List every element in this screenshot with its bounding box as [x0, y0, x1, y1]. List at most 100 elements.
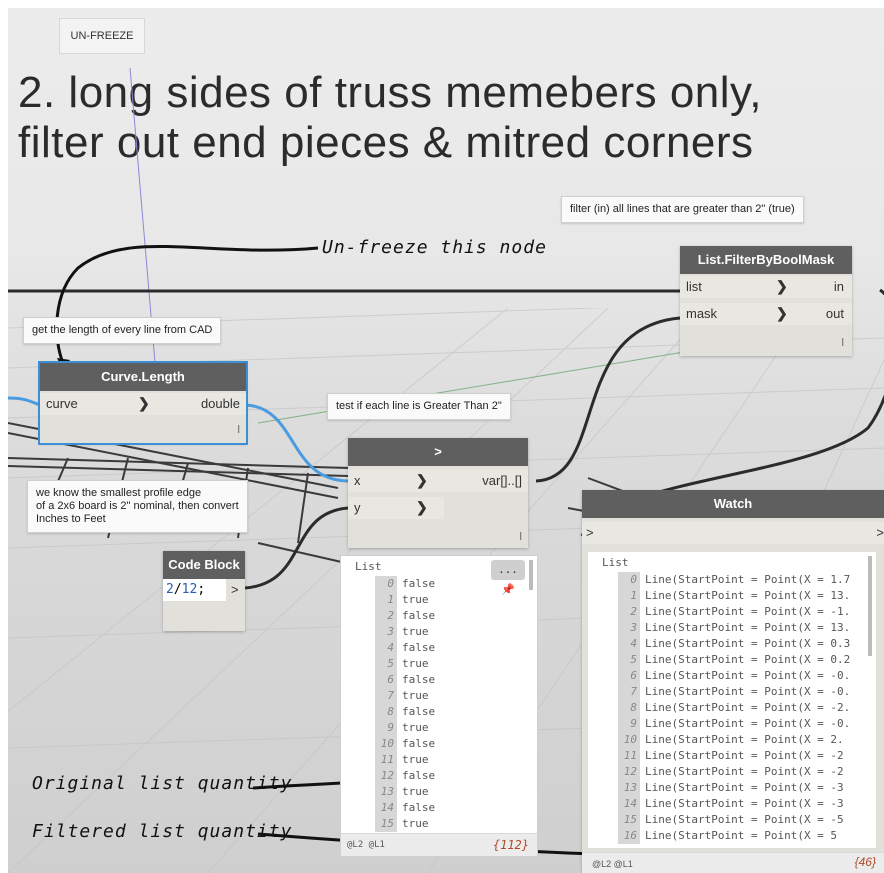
list-index: 9	[375, 720, 397, 736]
list-item: 11 true	[375, 752, 435, 768]
list-value: Line(StartPoint = Point(X = -2	[645, 749, 844, 762]
list-value: true	[402, 657, 429, 670]
note-filter[interactable]: filter (in) all lines that are greater t…	[561, 196, 804, 223]
list-item: 4 false	[375, 640, 435, 656]
list-index: 11	[375, 752, 397, 768]
list-index: 0	[375, 576, 397, 592]
chevron-right-icon: ❯	[776, 305, 788, 321]
lacing-indicator[interactable]: l	[238, 419, 240, 441]
port-row: curve ❯ double	[40, 393, 246, 415]
output-port-out[interactable]: out	[826, 303, 844, 325]
list-value: false	[402, 801, 436, 814]
port-row: > >	[582, 522, 884, 544]
lacing-indicator[interactable]: l	[520, 526, 522, 548]
list-header: List	[355, 560, 382, 573]
output-port-double[interactable]: double	[201, 393, 240, 415]
list-value: Line(StartPoint = Point(X = 2.	[645, 733, 844, 746]
list-footer: @L2 @L1 {46}	[582, 852, 884, 873]
scrollbar[interactable]	[868, 556, 872, 656]
unfreeze-button[interactable]: UN-FREEZE	[59, 18, 145, 54]
list-item: 1 true	[375, 592, 435, 608]
input-port-watch[interactable]: >	[586, 522, 594, 544]
annotation-filtered: Filtered list quantity	[32, 821, 293, 842]
list-value: Line(StartPoint = Point(X = -5	[645, 813, 844, 826]
list-item: 15 Line(StartPoint = Point(X = -5	[618, 812, 850, 828]
list-index: 7	[375, 688, 397, 704]
scrollbar[interactable]	[529, 560, 533, 590]
input-port-y[interactable]: y	[354, 497, 361, 519]
list-item: 13 true	[375, 784, 435, 800]
annotation-original: Original list quantity	[32, 773, 293, 794]
list-index: 9	[618, 716, 640, 732]
list-item: 5 Line(StartPoint = Point(X = 0.2	[618, 652, 850, 668]
output-port-in[interactable]: in	[834, 276, 844, 298]
list-item: 9 Line(StartPoint = Point(X = -0.	[618, 716, 850, 732]
list-value: false	[402, 769, 436, 782]
bool-list-preview[interactable]: List 0 false 1 true 2 false 3 true 4 false 5 true 6 f…	[340, 555, 538, 857]
note-test[interactable]: test if each line is Greater Than 2"	[327, 393, 511, 420]
input-port-x[interactable]: x	[354, 470, 361, 492]
watch-node[interactable]: Watch > > List 0 Line(StartPoint = Point(…	[582, 490, 884, 873]
output-port-var[interactable]: var[]..[]	[482, 470, 522, 492]
pin-icon: 📌	[501, 583, 515, 596]
list-item: 12 false	[375, 768, 435, 784]
list-index: 10	[375, 736, 397, 752]
list-item: 6 false	[375, 672, 435, 688]
watch-list-rows: 0 Line(StartPoint = Point(X = 1.7 1 Line(St…	[618, 572, 850, 844]
code-editor[interactable]: 2/12;	[163, 579, 226, 601]
list-value: Line(StartPoint = Point(X = -3	[645, 797, 844, 810]
list-index: 11	[618, 748, 640, 764]
code-number: 12	[181, 582, 198, 597]
node-title[interactable]: Code Block	[163, 551, 245, 579]
list-item: 8 false	[375, 704, 435, 720]
list-item: 9 true	[375, 720, 435, 736]
port-row: y ❯	[348, 497, 444, 519]
watch-list-preview[interactable]: List 0 Line(StartPoint = Point(X = 1.7 1 Li…	[588, 552, 876, 848]
graph-canvas[interactable]: UN-FREEZE 2. long sides of truss memeber…	[8, 8, 884, 873]
pin-menu-button[interactable]: ... 📌	[491, 560, 525, 596]
list-index: 15	[375, 816, 397, 832]
input-port-mask[interactable]: mask	[686, 303, 717, 325]
note-length[interactable]: get the length of every line from CAD	[23, 317, 222, 344]
output-port-watch[interactable]: >	[876, 522, 884, 544]
input-port-curve[interactable]: curve	[46, 393, 78, 415]
list-value: false	[402, 577, 436, 590]
list-value: true	[402, 817, 429, 830]
bool-list-rows: 0 false 1 true 2 false 3 true 4 false 5 true 6 false 7…	[375, 576, 435, 832]
list-index: 14	[618, 796, 640, 812]
list-index: 10	[618, 732, 640, 748]
node-title[interactable]: Watch	[582, 490, 884, 518]
list-value: Line(StartPoint = Point(X = -2	[645, 765, 844, 778]
filter-by-bool-mask-node[interactable]: List.FilterByBoolMask list ❯ in mask ❯ o…	[680, 246, 852, 356]
list-index: 4	[618, 636, 640, 652]
note-smallest-edge[interactable]: we know the smallest profile edge of a 2…	[27, 480, 248, 533]
list-item: 14 false	[375, 800, 435, 816]
greater-than-node[interactable]: > x ❯ var[]..[] y ❯ l	[348, 438, 528, 548]
chevron-right-icon: ❯	[416, 472, 428, 488]
port-row: x ❯ var[]..[]	[348, 470, 528, 492]
input-port-list[interactable]: list	[686, 276, 702, 298]
list-index: 8	[618, 700, 640, 716]
code-block-node[interactable]: Code Block 2/12; >	[163, 551, 245, 631]
list-item: 16 Line(StartPoint = Point(X = 5	[618, 828, 850, 844]
list-index: 6	[375, 672, 397, 688]
note-line: of a 2x6 board is 2" nominal, then conve…	[36, 500, 239, 512]
curve-length-node[interactable]: Curve.Length curve ❯ double l	[38, 361, 248, 445]
node-title[interactable]: List.FilterByBoolMask	[680, 246, 852, 274]
node-title[interactable]: >	[348, 438, 528, 466]
list-value: true	[402, 689, 429, 702]
title-line-1: 2. long sides of truss memebers only,	[18, 68, 763, 117]
lacing-indicator[interactable]: l	[842, 332, 844, 354]
list-value: false	[402, 737, 436, 750]
node-title[interactable]: Curve.Length	[40, 363, 246, 391]
list-item: 6 Line(StartPoint = Point(X = -0.	[618, 668, 850, 684]
menu-dots: ...	[498, 563, 518, 576]
list-value: true	[402, 625, 429, 638]
chevron-right-icon: ❯	[776, 278, 788, 294]
output-port-code[interactable]: >	[231, 579, 239, 601]
port-row: list ❯ in	[680, 276, 852, 298]
list-index: 16	[618, 828, 640, 844]
list-item: 12 Line(StartPoint = Point(X = -2	[618, 764, 850, 780]
list-value: Line(StartPoint = Point(X = 0.2	[645, 653, 851, 666]
list-index: 3	[375, 624, 397, 640]
